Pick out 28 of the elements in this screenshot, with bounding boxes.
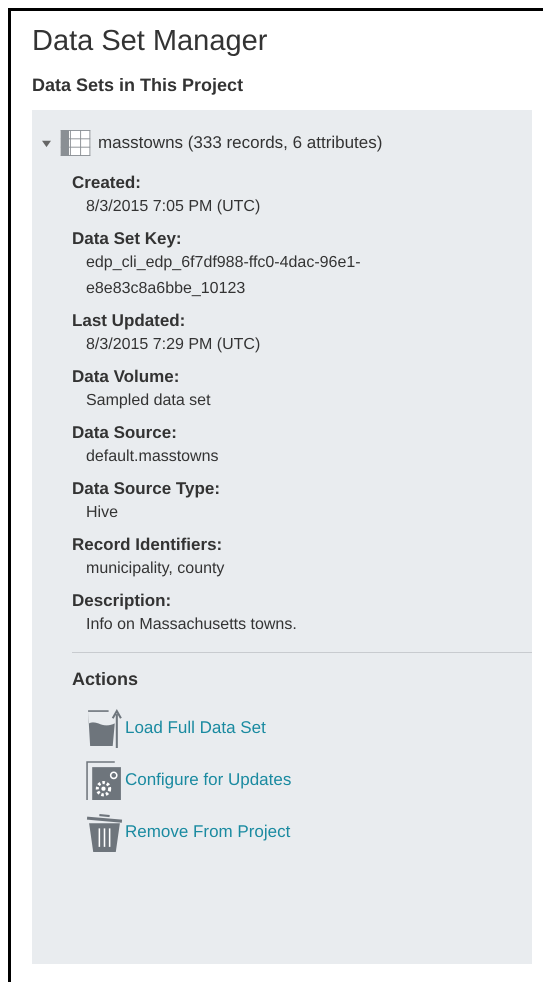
- property-value: 8/3/2015 7:29 PM (UTC): [85, 335, 262, 355]
- table-icon: [60, 130, 91, 156]
- property-value: default.masstowns: [85, 447, 220, 467]
- actions-title: Actions: [72, 669, 140, 690]
- action-link[interactable]: Load Full Data Set: [125, 718, 266, 738]
- property-value: Sampled data set: [85, 391, 212, 411]
- document-gear-icon: [86, 760, 123, 800]
- property-label: Data Source Type:: [72, 478, 222, 500]
- action-link[interactable]: Configure for Updates: [125, 770, 292, 790]
- property-label: Data Source:: [72, 422, 178, 444]
- property-value: Info on Massachusetts towns.: [85, 615, 298, 635]
- section-title: Data Sets in This Project: [32, 74, 244, 97]
- property-value: edp_cli_edp_6f7df988-ffc0-4dac-96e1-e8e83c8a6bbe_10123: [85, 253, 362, 299]
- page-title: Data Set Manager: [32, 24, 268, 59]
- upload-bucket-icon: [86, 708, 123, 748]
- property-value: municipality, county: [85, 559, 226, 579]
- property-label: Description:: [72, 590, 172, 612]
- property-label: Data Set Key:: [72, 228, 183, 250]
- property-label: Data Volume:: [72, 366, 180, 388]
- trash-icon: [86, 812, 123, 852]
- action-link[interactable]: Remove From Project: [125, 822, 290, 842]
- property-value: Hive: [85, 503, 120, 523]
- expand-triangle-icon[interactable]: [42, 138, 51, 148]
- property-label: Last Updated:: [72, 310, 186, 332]
- property-label: Record Identifiers:: [72, 534, 224, 556]
- property-value: 8/3/2015 7:05 PM (UTC): [85, 197, 262, 217]
- property-label: Created:: [72, 172, 142, 194]
- data-set-name[interactable]: masstowns (333 records, 6 attributes): [98, 133, 382, 153]
